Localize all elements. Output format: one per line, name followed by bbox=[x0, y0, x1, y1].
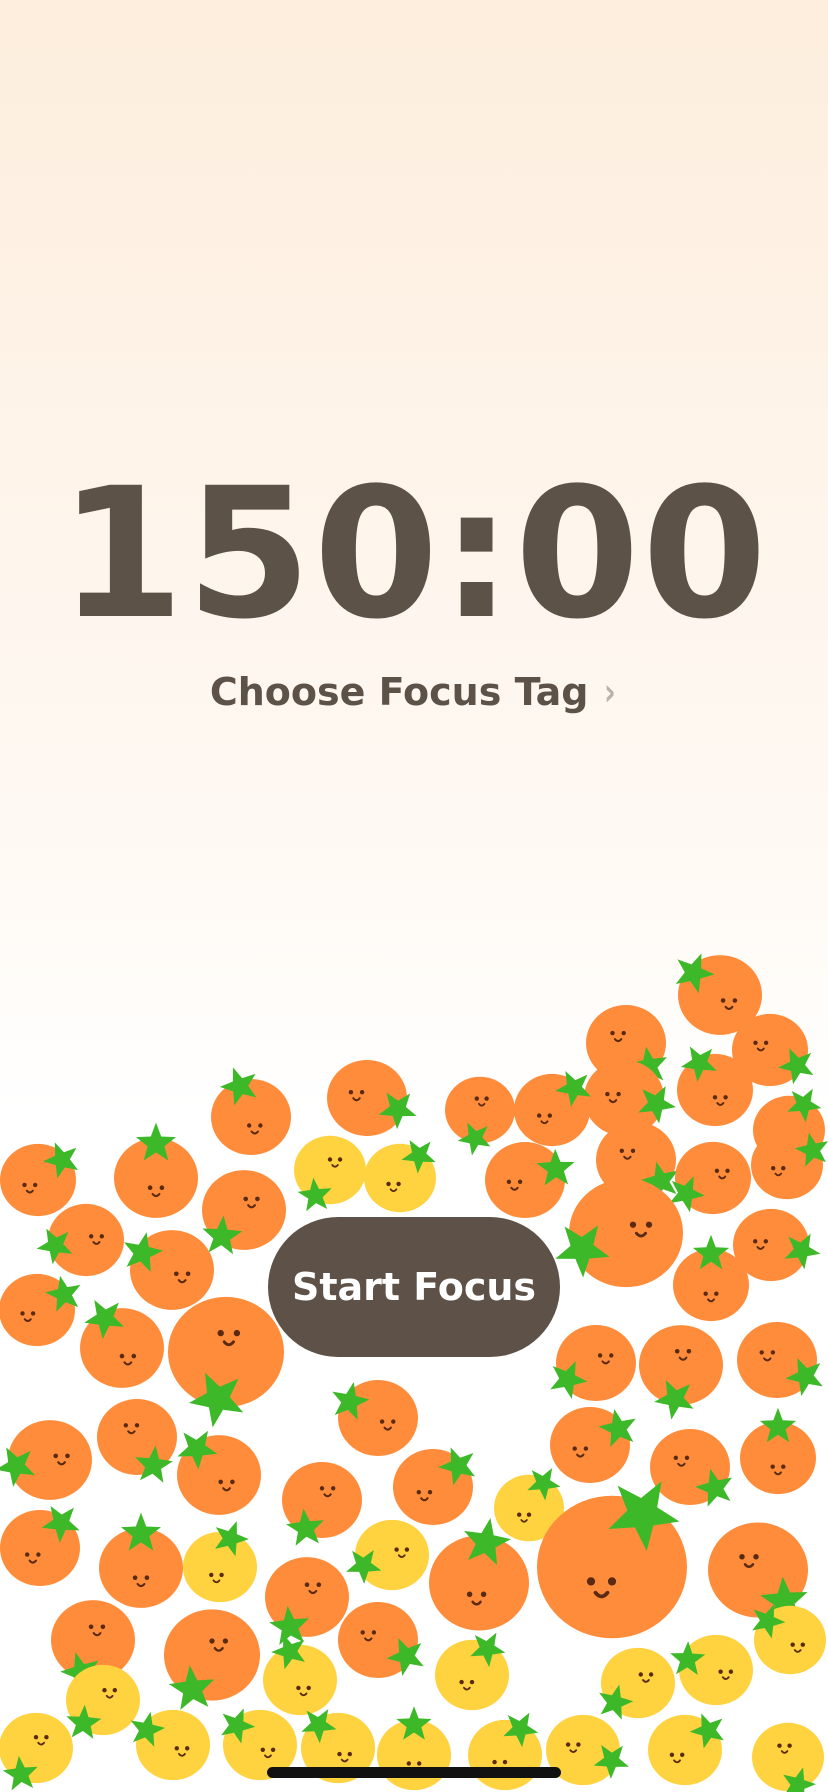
tomato-icon bbox=[670, 1634, 753, 1706]
start-focus-button[interactable]: Start Focus bbox=[268, 1217, 560, 1357]
tomato-icon bbox=[648, 1713, 724, 1786]
tomato-icon bbox=[639, 1325, 723, 1420]
tomato-icon bbox=[265, 1557, 349, 1645]
home-indicator bbox=[267, 1767, 561, 1778]
tomato-icon bbox=[183, 1521, 257, 1603]
tomato-icon bbox=[650, 1429, 733, 1507]
tomato-icon bbox=[211, 1067, 291, 1155]
tomato-icon bbox=[346, 1519, 429, 1591]
tomato-icon bbox=[263, 1634, 337, 1716]
tomato-icon bbox=[0, 1420, 92, 1500]
tomato-icon bbox=[740, 1407, 816, 1495]
tomato-icon bbox=[80, 1300, 164, 1388]
tomato-icon bbox=[555, 1178, 683, 1288]
tomato-icon bbox=[435, 1632, 509, 1711]
tomato-icon bbox=[332, 1380, 418, 1456]
tomato-icon bbox=[177, 1430, 261, 1515]
tomato-icon bbox=[0, 1505, 80, 1586]
tomato-icon bbox=[737, 1322, 823, 1398]
tomato-icon bbox=[485, 1142, 575, 1218]
tomato-icon bbox=[514, 1071, 591, 1147]
tomato-icon bbox=[0, 1142, 79, 1217]
tomato-pile bbox=[0, 953, 828, 1792]
tomato-icon bbox=[99, 1512, 183, 1608]
tomato-icon bbox=[550, 1325, 636, 1401]
tomato-icon bbox=[752, 1722, 824, 1792]
focus-screen: 150:00 Choose Focus Tag › Start Focus bbox=[0, 0, 828, 1792]
tomato-icon bbox=[124, 1230, 214, 1310]
tomato-icon bbox=[327, 1060, 417, 1136]
tomato-icon bbox=[114, 1122, 198, 1218]
tomato-icon bbox=[338, 1602, 424, 1678]
tomato-icon bbox=[0, 1273, 81, 1347]
tomato-icon bbox=[164, 1609, 260, 1710]
tomato-icon bbox=[393, 1447, 476, 1525]
tomato-icon bbox=[0, 1712, 73, 1791]
tomato-icon bbox=[294, 1135, 366, 1212]
tomato-icon bbox=[364, 1140, 436, 1213]
tomato-icon bbox=[282, 1462, 362, 1546]
tomato-icon bbox=[599, 1647, 675, 1720]
tomato-icon bbox=[550, 1407, 636, 1483]
tomato-icon bbox=[445, 1076, 515, 1156]
tomato-icon bbox=[97, 1399, 177, 1483]
tomato-icon bbox=[168, 1296, 284, 1428]
tomato-icon bbox=[733, 1208, 821, 1282]
